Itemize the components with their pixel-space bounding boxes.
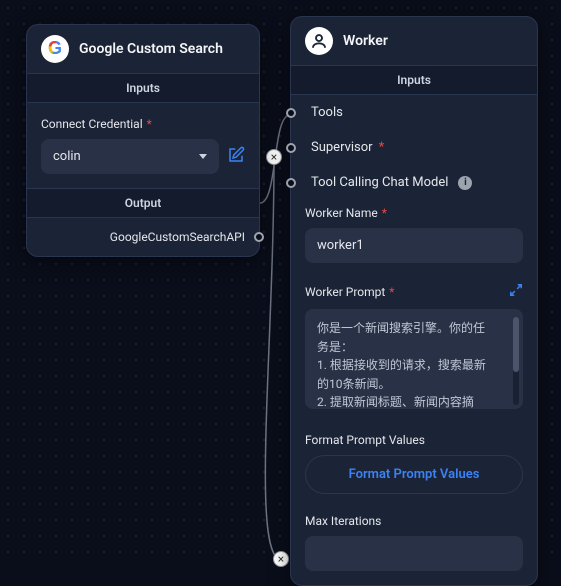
output-section-header: Output [27,188,259,218]
worker-prompt-label: Worker Prompt* [305,285,394,299]
google-logo-icon: G G G G [41,35,69,63]
node-worker: Worker Inputs Tools Supervisor* Tool Cal… [290,16,538,586]
port-tools: Tools [291,95,537,130]
credential-dropdown[interactable]: colin [41,139,219,174]
output-port[interactable] [254,232,264,242]
format-prompt-button[interactable]: Format Prompt Values [305,455,523,494]
worker-name-input[interactable] [305,228,523,263]
info-icon[interactable]: i [458,176,472,190]
input-port-tool-model[interactable] [286,178,296,188]
node-google-custom-search: G G G G Google Custom Search Inputs Conn… [26,24,260,257]
input-port-supervisor[interactable] [286,143,296,153]
inputs-section-header: Inputs [27,73,259,103]
worker-icon [305,27,333,55]
max-iterations-label: Max Iterations [305,514,523,528]
input-port-tools[interactable] [286,108,296,118]
node-header: G G G G Google Custom Search [27,25,259,73]
node-title: Google Custom Search [79,41,223,57]
node-header: Worker [291,17,537,65]
worker-name-label: Worker Name* [305,206,523,220]
format-prompt-label: Format Prompt Values [305,433,523,447]
credential-label: Connect Credential* [41,117,245,131]
max-iterations-input[interactable] [305,536,523,571]
output-port-label: GoogleCustomSearchAPI [27,218,259,256]
port-tool-model: Tool Calling Chat Model i [291,165,537,200]
edge-delete-junction-1[interactable] [266,149,282,165]
inputs-section-header: Inputs [291,65,537,95]
port-supervisor: Supervisor* [291,130,537,165]
worker-prompt-textarea[interactable] [305,309,523,409]
edge-delete-junction-2[interactable] [273,551,289,567]
scrollbar-thumb[interactable] [513,317,519,372]
edit-credential-icon[interactable] [227,146,245,168]
chevron-down-icon [199,154,207,159]
expand-icon[interactable] [509,283,523,301]
credential-value: colin [53,149,81,164]
node-title: Worker [343,33,388,49]
